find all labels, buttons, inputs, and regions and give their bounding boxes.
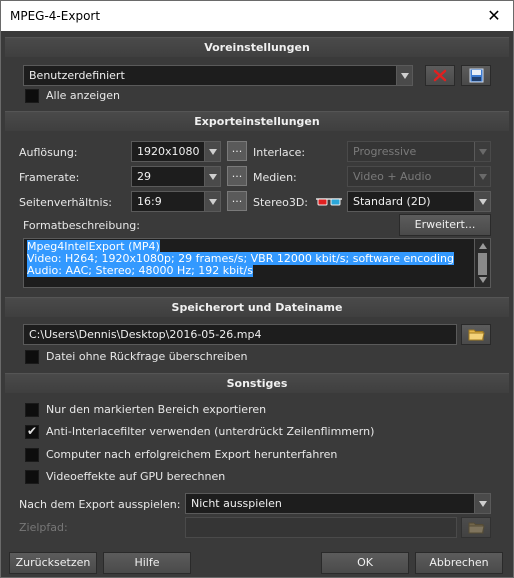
chevron-down-icon: [474, 142, 490, 161]
target-path-label: Zielpfad:: [19, 521, 68, 534]
framerate-more-button[interactable]: ...: [227, 166, 247, 186]
framerate-label: Framerate:: [19, 171, 80, 184]
chevron-down-icon: [474, 192, 490, 211]
help-button[interactable]: Hilfe: [103, 552, 191, 574]
scroll-down-arrow-icon[interactable]: [479, 277, 487, 283]
save-preset-button[interactable]: [461, 65, 491, 86]
section-header-export-settings: Exporteinstellungen: [5, 111, 509, 131]
red-x-delete-icon: [433, 69, 447, 82]
advanced-button[interactable]: Erweitert...: [399, 214, 491, 236]
browse-folder-button[interactable]: [461, 324, 491, 345]
framerate-select[interactable]: 29: [131, 166, 221, 187]
media-select[interactable]: Video + Audio: [347, 166, 491, 187]
folder-icon: [468, 522, 485, 534]
resolution-select[interactable]: 1920x1080: [131, 141, 221, 162]
section-header-misc: Sonstiges: [5, 373, 509, 393]
chevron-down-icon: [396, 66, 412, 85]
after-export-label: Nach dem Export ausspielen:: [19, 498, 181, 511]
stereo3d-label: Stereo3D:: [253, 196, 309, 209]
framerate-value: 29: [137, 170, 151, 183]
after-export-value: Nicht ausspielen: [191, 497, 282, 510]
chevron-down-icon: [204, 192, 220, 211]
preset-select[interactable]: Benutzerdefiniert: [23, 65, 413, 86]
interlace-label: Interlace:: [253, 146, 306, 159]
show-all-label: Alle anzeigen: [46, 89, 120, 102]
stereo3d-value: Standard (2D): [353, 195, 431, 208]
format-description-label: Formatbeschreibung:: [23, 219, 140, 232]
stereo3d-select[interactable]: Standard (2D): [347, 191, 491, 212]
format-description-text[interactable]: Mpeg4IntelExport (MP4) Video: H264; 1920…: [23, 238, 475, 288]
resolution-more-button[interactable]: ...: [227, 141, 247, 161]
description-scrollbar[interactable]: [475, 238, 491, 288]
anti-interlace-checkbox[interactable]: [25, 424, 39, 439]
title-bar: MPEG-4-Export ✕: [1, 1, 513, 31]
chevron-down-icon: [204, 167, 220, 186]
folder-icon: [468, 329, 485, 341]
section-header-location: Speicherort und Dateiname: [5, 297, 509, 317]
aspect-ratio-value: 16:9: [137, 195, 162, 208]
gpu-effects-checkbox[interactable]: [25, 470, 39, 484]
overwrite-label: Datei ohne Rückfrage überschreiben: [46, 350, 248, 363]
scroll-up-arrow-icon[interactable]: [479, 243, 487, 249]
export-selected-range-label: Nur den markierten Bereich exportieren: [46, 403, 267, 416]
anti-interlace-label: Anti-Interlacefilter verwenden (unterdrü…: [46, 425, 375, 438]
resolution-label: Auflösung:: [19, 146, 78, 159]
close-icon[interactable]: ✕: [483, 5, 505, 27]
shutdown-label: Computer nach erfolgreichem Export herun…: [46, 448, 338, 461]
ok-button[interactable]: OK: [321, 552, 409, 574]
media-value: Video + Audio: [353, 170, 432, 183]
aspect-ratio-label: Seitenverhältnis:: [19, 196, 113, 209]
chevron-down-icon: [474, 494, 490, 513]
aspect-ratio-more-button[interactable]: ...: [227, 191, 247, 211]
target-path-input[interactable]: [185, 517, 457, 538]
chevron-down-icon: [204, 142, 220, 161]
interlace-value: Progressive: [353, 145, 417, 158]
interlace-select[interactable]: Progressive: [347, 141, 491, 162]
delete-preset-button[interactable]: [425, 65, 455, 86]
file-path-input[interactable]: C:\Users\Dennis\Desktop\2016-05-26.mp4: [23, 324, 457, 345]
shutdown-checkbox[interactable]: [25, 448, 39, 462]
after-export-select[interactable]: Nicht ausspielen: [185, 493, 491, 514]
preset-select-value: Benutzerdefiniert: [29, 69, 125, 82]
cancel-button[interactable]: Abbrechen: [415, 552, 503, 574]
chevron-down-icon: [474, 167, 490, 186]
resolution-value: 1920x1080: [137, 145, 200, 158]
gpu-effects-label: Videoeffekte auf GPU berechnen: [46, 470, 226, 483]
media-label: Medien:: [253, 171, 297, 184]
overwrite-checkbox[interactable]: [25, 350, 39, 364]
aspect-ratio-select[interactable]: 16:9: [131, 191, 221, 212]
format-description-line: Audio: AAC; Stereo; 48000 Hz; 192 kbit/s: [27, 264, 253, 277]
export-selected-range-checkbox[interactable]: [25, 403, 39, 417]
reset-button[interactable]: Zurücksetzen: [9, 552, 97, 574]
window-title: MPEG-4-Export: [10, 9, 101, 23]
show-all-checkbox[interactable]: [25, 89, 39, 103]
target-path-browse-button[interactable]: [461, 517, 491, 538]
export-dialog: MPEG-4-Export ✕ Voreinstellungen Benutze…: [0, 0, 514, 578]
section-header-presets: Voreinstellungen: [5, 37, 509, 57]
floppy-disk-save-icon: [469, 68, 484, 83]
scrollbar-thumb[interactable]: [478, 253, 487, 275]
3d-glasses-icon: [316, 198, 342, 206]
